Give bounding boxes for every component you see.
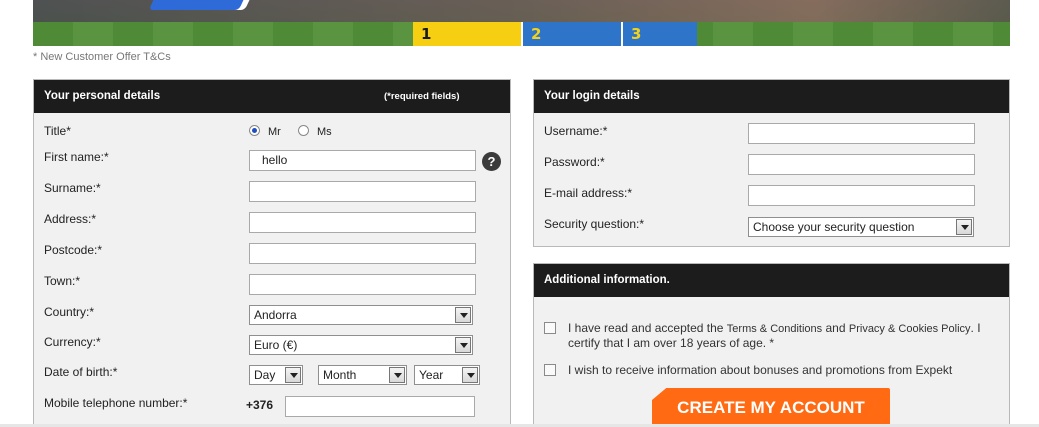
first-name-input[interactable]: hello xyxy=(249,150,476,171)
town-label: Town:* xyxy=(44,274,81,288)
registration-steps: 1 REGISTER 2 DEPOSIT 3 PLAY xyxy=(413,22,697,46)
chevron-down-icon[interactable] xyxy=(389,367,405,383)
privacy-link[interactable]: Privacy & Cookies Policy xyxy=(849,323,971,335)
step-play: 3 PLAY xyxy=(621,22,697,46)
required-fields-note: (*required fields) xyxy=(384,91,460,102)
dob-year-value: Year xyxy=(419,368,444,382)
dob-label: Date of birth:* xyxy=(44,365,118,379)
chevron-down-icon[interactable] xyxy=(455,337,471,353)
help-icon[interactable]: ? xyxy=(482,152,501,171)
town-input[interactable] xyxy=(249,274,476,295)
title-ms-label: Ms xyxy=(317,126,332,138)
surname-input[interactable] xyxy=(249,181,476,202)
terms-text: I have read and accepted the Terms & Con… xyxy=(568,321,988,350)
terms-link[interactable]: Terms & Conditions xyxy=(727,323,822,335)
country-select[interactable]: Andorra xyxy=(249,305,473,325)
step-deposit: 2 DEPOSIT xyxy=(521,22,621,46)
terms-checkbox[interactable] xyxy=(544,322,556,334)
title-mr-label: Mr xyxy=(268,126,281,138)
banner-logo-fragment xyxy=(148,0,248,10)
password-label: Password:* xyxy=(544,155,605,169)
offer-tcs-link[interactable]: * New Customer Offer T&Cs xyxy=(33,51,171,63)
postcode-label: Postcode:* xyxy=(44,243,103,257)
first-name-label: First name:* xyxy=(44,150,109,164)
phone-prefix: +376 xyxy=(246,398,274,412)
security-question-value: Choose your security question xyxy=(753,220,915,234)
create-account-button[interactable]: CREATE MY ACCOUNT xyxy=(652,388,890,427)
step-register: 1 REGISTER xyxy=(413,22,521,46)
additional-info-header: Additional information. xyxy=(534,264,1009,297)
security-question-select[interactable]: Choose your security question xyxy=(748,217,974,237)
chevron-down-icon[interactable] xyxy=(285,367,301,383)
country-select-value: Andorra xyxy=(254,308,297,322)
login-details-panel: Your login details Username:* Password:*… xyxy=(533,79,1010,247)
currency-label: Currency:* xyxy=(44,335,101,349)
mobile-input[interactable] xyxy=(285,396,475,417)
title-ms-radio[interactable] xyxy=(298,125,309,136)
password-input[interactable] xyxy=(748,154,975,175)
address-input[interactable] xyxy=(249,212,476,233)
dob-month-value: Month xyxy=(323,368,357,382)
chevron-down-icon[interactable] xyxy=(956,219,972,235)
surname-label: Surname:* xyxy=(44,181,101,195)
username-input[interactable] xyxy=(748,123,975,144)
promo-text: I wish to receive information about bonu… xyxy=(568,363,953,377)
login-details-header: Your login details xyxy=(534,80,1009,113)
terms-text-mid: and xyxy=(822,321,849,335)
additional-info-panel: Additional information. I have read and … xyxy=(533,263,1010,427)
currency-select-value: Euro (€) xyxy=(254,338,298,352)
security-question-label: Security question:* xyxy=(544,217,645,231)
login-details-title: Your login details xyxy=(544,90,640,102)
personal-details-title: Your personal details xyxy=(44,90,161,102)
dob-day-value: Day xyxy=(254,368,276,382)
chevron-down-icon[interactable] xyxy=(455,307,471,323)
address-label: Address:* xyxy=(44,212,97,226)
personal-details-header: Your personal details (*required fields) xyxy=(34,80,510,113)
promo-checkbox[interactable] xyxy=(544,364,556,376)
title-label: Title* xyxy=(44,124,71,138)
mobile-label: Mobile telephone number:* xyxy=(44,396,188,410)
postcode-input[interactable] xyxy=(249,243,476,264)
promo-banner: 1 REGISTER 2 DEPOSIT 3 PLAY xyxy=(33,0,1010,46)
dob-month-select[interactable]: Month xyxy=(318,365,407,385)
email-label: E-mail address:* xyxy=(544,186,633,200)
dob-year-select[interactable]: Year xyxy=(414,365,480,385)
personal-details-panel: Your personal details (*required fields)… xyxy=(33,79,511,427)
currency-select[interactable]: Euro (€) xyxy=(249,335,473,355)
terms-text-pre: I have read and accepted the xyxy=(568,321,727,335)
additional-info-title: Additional information. xyxy=(544,274,670,286)
country-label: Country:* xyxy=(44,305,95,319)
chevron-down-icon[interactable] xyxy=(462,367,478,383)
username-label: Username:* xyxy=(544,124,608,138)
email-input[interactable] xyxy=(748,185,975,206)
title-mr-radio[interactable] xyxy=(249,125,260,136)
dob-day-select[interactable]: Day xyxy=(249,365,303,385)
